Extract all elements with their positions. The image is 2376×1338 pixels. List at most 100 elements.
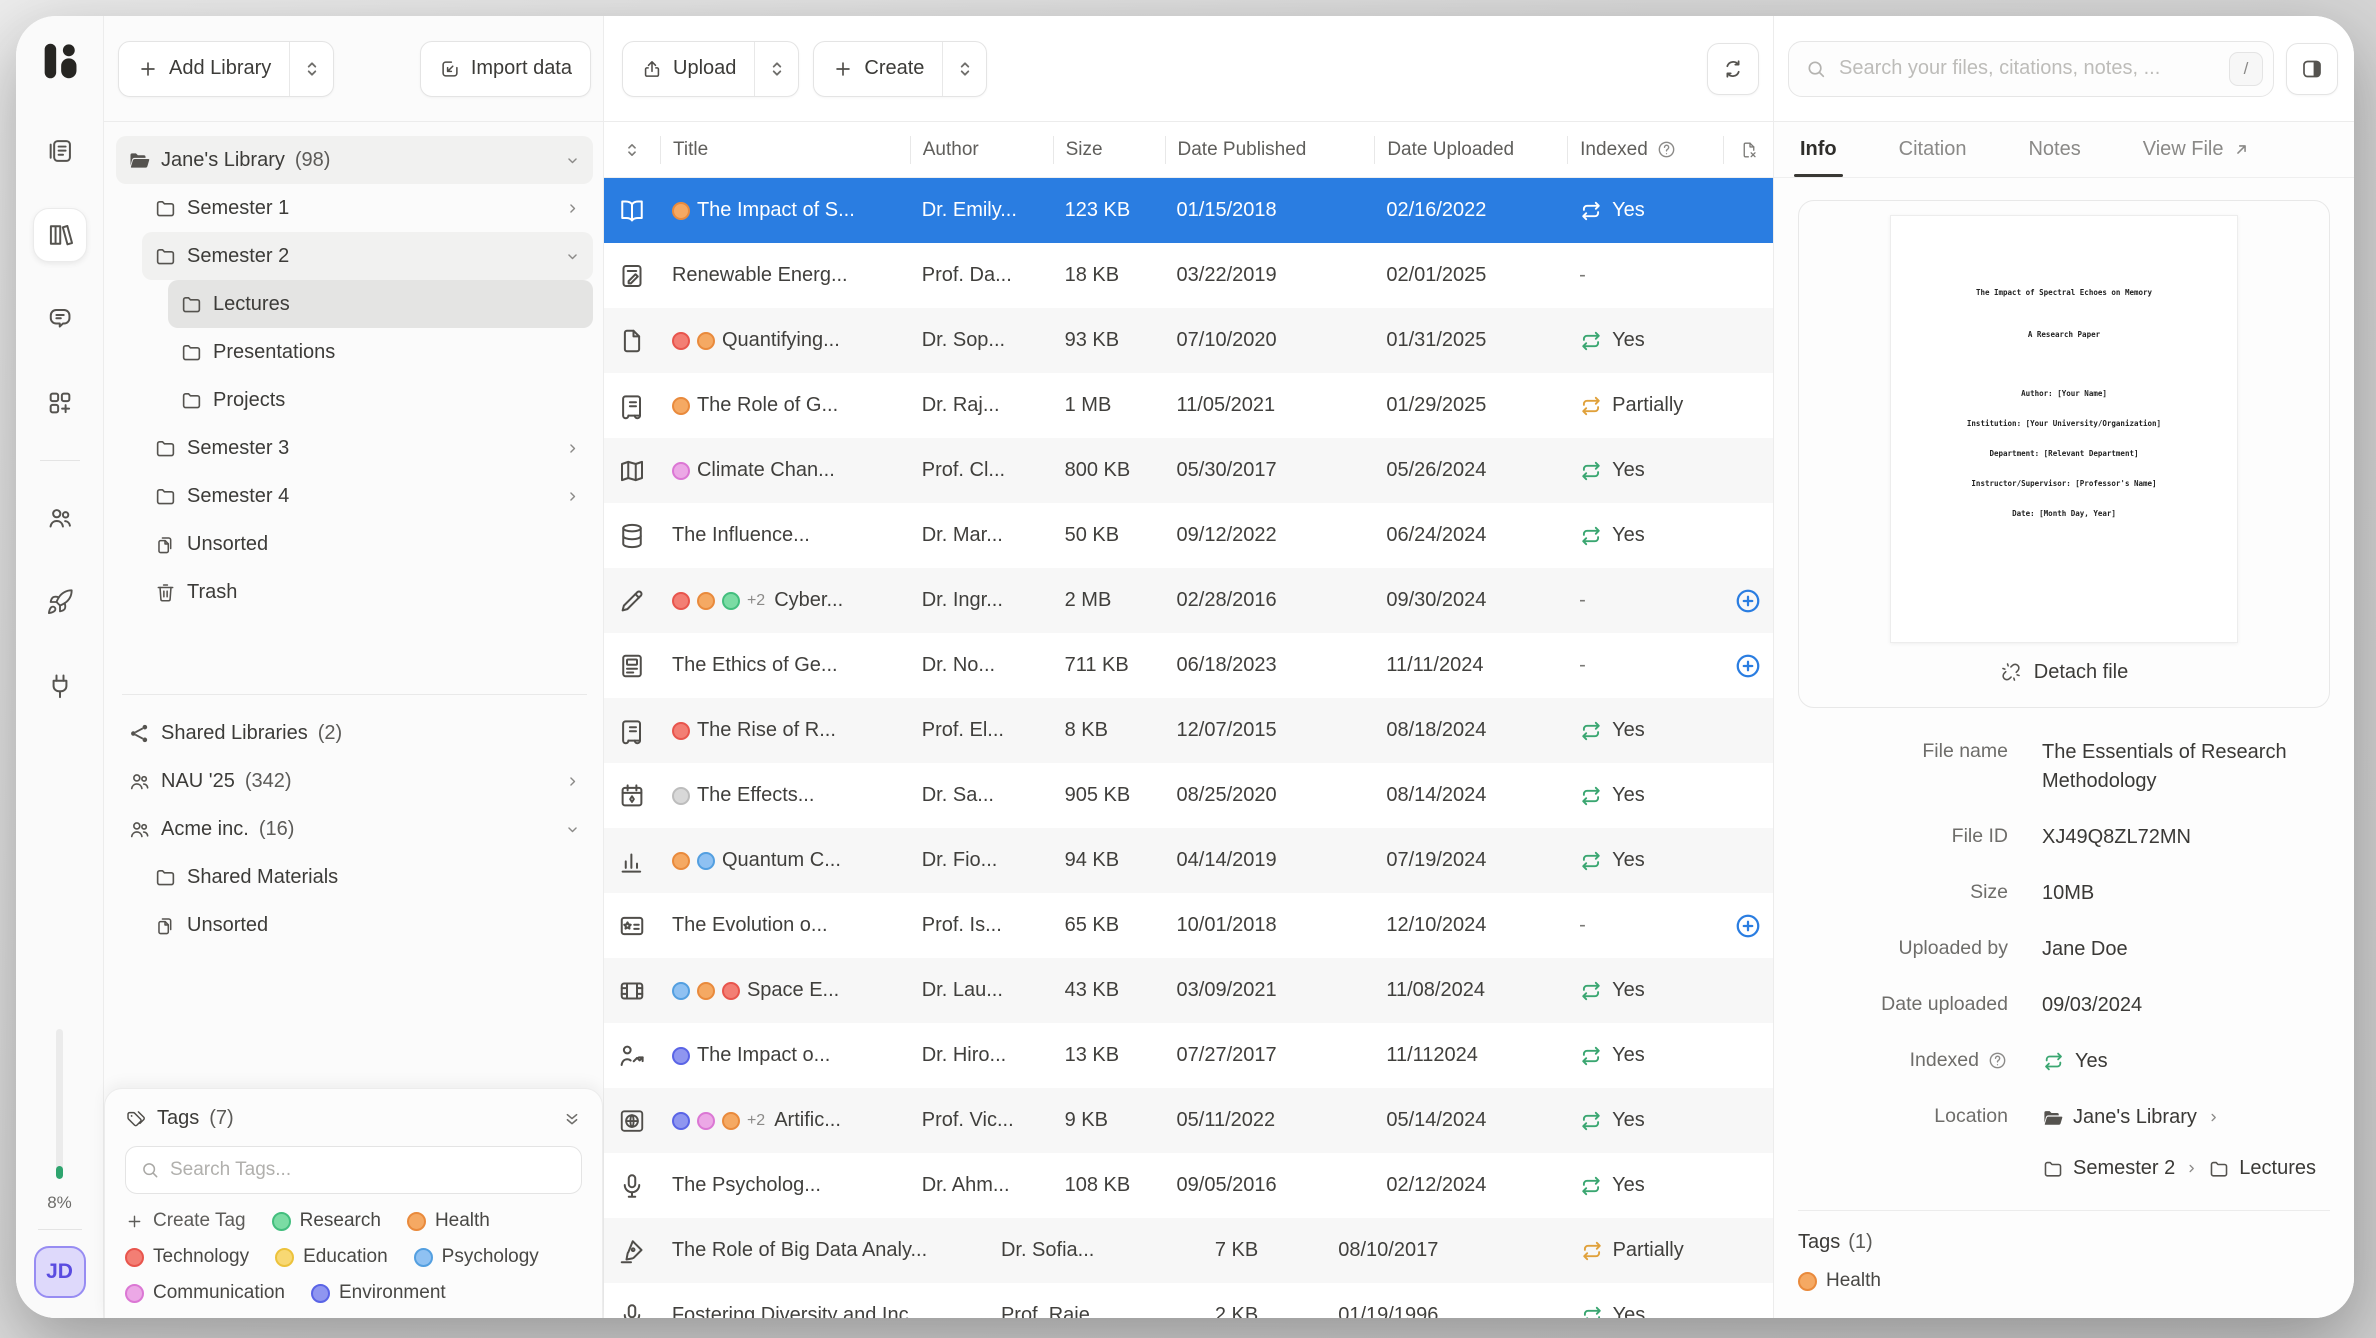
rail-item-users[interactable] (33, 491, 87, 545)
title-cell[interactable]: The Ethics of Ge... (660, 654, 910, 677)
import-data-button[interactable]: Import data (420, 41, 591, 97)
tab-info[interactable]: Info (1800, 122, 1837, 177)
title-cell[interactable]: +2Artific... (660, 1109, 910, 1132)
table-row[interactable]: +2Cyber...Dr. Ingr...2 MB02/28/201609/30… (604, 568, 1773, 633)
table-row[interactable]: The Rise of R...Prof. El...8 KB12/07/201… (604, 698, 1773, 763)
table-row[interactable]: The Ethics of Ge...Dr. No...711 KB06/18/… (604, 633, 1773, 698)
avatar[interactable]: JD (34, 1246, 86, 1298)
add-library-button[interactable]: Add Library (118, 41, 334, 97)
detach-column-header[interactable] (1723, 136, 1773, 164)
upload-button[interactable]: Upload (622, 41, 799, 97)
sidebar-item-unsorted[interactable]: Unsorted (142, 901, 593, 949)
author-column-header[interactable]: Author (910, 136, 1053, 164)
detach-file-button[interactable]: Detach file (1813, 643, 2315, 701)
title-cell[interactable]: The Role of Big Data Analy... (660, 1239, 989, 1262)
attach-file-button[interactable] (1733, 911, 1763, 941)
title-cell[interactable]: Fostering Diversity and Inc... (660, 1304, 989, 1318)
sort-column-header[interactable] (604, 136, 660, 164)
create-dropdown[interactable] (942, 42, 986, 96)
sidebar-item-projects[interactable]: Projects (168, 376, 593, 424)
table-row[interactable]: Quantifying...Dr. Sop...93 KB07/10/20200… (604, 308, 1773, 373)
table-row[interactable]: Renewable Energ...Prof. Da...18 KB03/22/… (604, 243, 1773, 308)
table-row[interactable]: Space E...Dr. Lau...43 KB03/09/202111/08… (604, 958, 1773, 1023)
tag-chip-environment[interactable]: Environment (311, 1282, 446, 1304)
table-row[interactable]: The Impact o...Dr. Hiro...13 KB07/27/201… (604, 1023, 1773, 1088)
table-row[interactable]: The Role of Big Data Analy...Dr. Sofia..… (604, 1218, 1773, 1283)
title-cell[interactable]: The Evolution o... (660, 914, 910, 937)
attach-file-button[interactable] (1733, 651, 1763, 681)
tag-chip-communication[interactable]: Communication (125, 1282, 285, 1304)
table-row[interactable]: Fostering Diversity and Inc...Prof. Raje… (604, 1283, 1773, 1318)
sidebar-item-jane-s-library[interactable]: Jane's Library(98) (116, 136, 593, 184)
upload-dropdown[interactable] (754, 42, 798, 96)
sidebar-item-presentations[interactable]: Presentations (168, 328, 593, 376)
title-cell[interactable]: Renewable Energ... (660, 264, 910, 287)
table-row[interactable]: The Evolution o...Prof. Is...65 KB10/01/… (604, 893, 1773, 958)
rail-item-plug[interactable] (33, 659, 87, 713)
rail-item-notes[interactable] (33, 124, 87, 178)
global-search[interactable]: / (1788, 41, 2274, 97)
location-breadcrumb[interactable]: Semester 2Lectures (2042, 1154, 2316, 1183)
title-cell[interactable]: The Effects... (660, 784, 910, 807)
title-cell[interactable]: The Psycholog... (660, 1174, 910, 1197)
tag-chip-education[interactable]: Education (275, 1246, 388, 1268)
toggle-panel-button[interactable] (2286, 43, 2338, 95)
sidebar-item-unsorted[interactable]: Unsorted (142, 520, 593, 568)
rail-item-chat[interactable] (33, 292, 87, 346)
title-cell[interactable]: Quantifying... (660, 329, 910, 352)
tag-chip-health[interactable]: Health (1798, 1270, 1881, 1292)
table-row[interactable]: The Influence...Dr. Mar...50 KB09/12/202… (604, 503, 1773, 568)
tag-chip-psychology[interactable]: Psychology (414, 1246, 539, 1268)
tag-chip-technology[interactable]: Technology (125, 1246, 249, 1268)
title-cell[interactable]: Quantum C... (660, 849, 910, 872)
tag-search[interactable] (125, 1146, 582, 1194)
sidebar-item-semester-4[interactable]: Semester 4 (142, 472, 593, 520)
title-cell[interactable]: The Influence... (660, 524, 910, 547)
sidebar-item-shared-materials[interactable]: Shared Materials (142, 853, 593, 901)
size-column-header[interactable]: Size (1053, 136, 1165, 164)
title-cell[interactable]: Climate Chan... (660, 459, 910, 482)
rail-item-rocket[interactable] (33, 575, 87, 629)
tab-view-file[interactable]: View File (2143, 122, 2251, 177)
tag-chip-research[interactable]: Research (272, 1210, 381, 1232)
title-cell[interactable]: The Rise of R... (660, 719, 910, 742)
table-row[interactable]: The Role of G...Dr. Raj...1 MB11/05/2021… (604, 373, 1773, 438)
title-cell[interactable]: Space E... (660, 979, 910, 1002)
table-row[interactable]: The Impact of S...Dr. Emily...123 KB01/1… (604, 178, 1773, 243)
table-row[interactable]: The Effects...Dr. Sa...905 KB08/25/20200… (604, 763, 1773, 828)
table-row[interactable]: +2Artific...Prof. Vic...9 KB05/11/202205… (604, 1088, 1773, 1153)
sidebar-item-semester-3[interactable]: Semester 3 (142, 424, 593, 472)
tab-notes[interactable]: Notes (2028, 122, 2080, 177)
document-preview[interactable]: The Impact of Spectral Echoes on MemoryA… (1890, 215, 2238, 643)
rail-item-library[interactable] (33, 208, 87, 262)
attach-file-button[interactable] (1733, 586, 1763, 616)
collapse-tags-icon[interactable] (562, 1109, 582, 1129)
create-button[interactable]: Create (813, 41, 987, 97)
location-breadcrumb[interactable]: Jane's Library (2042, 1103, 2316, 1132)
sidebar-item-semester-2[interactable]: Semester 2 (142, 232, 593, 280)
sidebar-item-lectures[interactable]: Lectures (168, 280, 593, 328)
create-tag-button[interactable]: Create Tag (125, 1210, 246, 1232)
table-row[interactable]: The Psycholog...Dr. Ahm...108 KB09/05/20… (604, 1153, 1773, 1218)
sidebar-item-semester-1[interactable]: Semester 1 (142, 184, 593, 232)
date-published-column-header[interactable]: Date Published (1165, 136, 1375, 164)
title-column-header[interactable]: Title (660, 136, 910, 164)
sidebar-item-nau-25[interactable]: NAU '25(342) (116, 757, 593, 805)
add-library-dropdown[interactable] (289, 42, 333, 96)
title-cell[interactable]: The Impact o... (660, 1044, 910, 1067)
title-cell[interactable]: The Impact of S... (660, 199, 910, 222)
sidebar-item-trash[interactable]: Trash (142, 568, 593, 616)
search-input[interactable] (1839, 57, 2217, 80)
title-cell[interactable]: +2Cyber... (660, 589, 910, 612)
date-uploaded-column-header[interactable]: Date Uploaded (1374, 136, 1567, 164)
tab-citation[interactable]: Citation (1899, 122, 1967, 177)
title-cell[interactable]: The Role of G... (660, 394, 910, 417)
rail-item-apps-plus[interactable] (33, 376, 87, 430)
indexed-column-header[interactable]: Indexed (1567, 136, 1723, 164)
sidebar-item-shared-libraries[interactable]: Shared Libraries(2) (116, 709, 593, 757)
tag-search-input[interactable] (170, 1159, 567, 1181)
sync-button[interactable] (1707, 43, 1759, 95)
table-row[interactable]: Climate Chan...Prof. Cl...800 KB05/30/20… (604, 438, 1773, 503)
tag-chip-health[interactable]: Health (407, 1210, 490, 1232)
table-row[interactable]: Quantum C...Dr. Fio...94 KB04/14/201907/… (604, 828, 1773, 893)
